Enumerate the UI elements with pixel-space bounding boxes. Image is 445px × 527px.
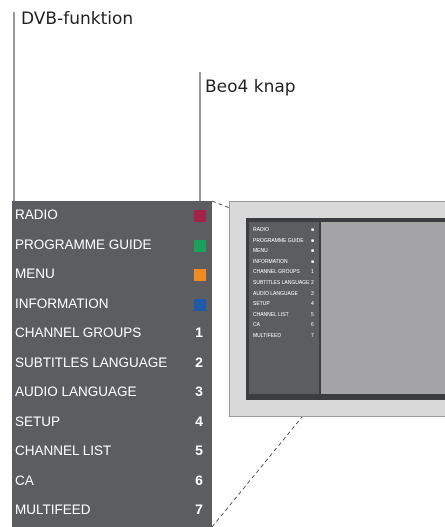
menu-item[interactable]: RADIO [12, 201, 212, 231]
tv-menu-item-key: ■ [311, 258, 315, 265]
tv-bezel: RADIO ■ PROGRAMME GUIDE ■ MENU ■ INFORMATION ■ C… [246, 218, 445, 400]
tv-menu-item-label: RADIO [253, 227, 269, 233]
menu-item-label: MENU [15, 266, 55, 281]
menu-item-label: CHANNEL GROUPS [15, 325, 142, 340]
menu-item[interactable]: CHANNEL LIST 5 [12, 437, 212, 467]
beo4-button-label: Beo4 knap [205, 77, 296, 97]
menu-item[interactable]: SUBTITLES LANGUAGE 2 [12, 349, 212, 379]
tv-menu-item-label: MULTIFEED [253, 333, 281, 339]
tv-menu-item: RADIO ■ [249, 226, 319, 237]
tv-menu-item-key: ■ [311, 248, 315, 255]
menu-item-label: PROGRAMME GUIDE [15, 236, 152, 252]
tv-menu-item-label: AUDIO LANGUAGE [253, 290, 299, 297]
menu-item-label: CHANNEL LIST [15, 443, 112, 458]
color-key-swatch [194, 239, 206, 252]
tv-menu-item-key: 4 [311, 301, 314, 308]
number-key: 2 [195, 353, 203, 370]
menu-item-label: AUDIO LANGUAGE [15, 384, 137, 399]
tv-menu-item: MENU ■ [249, 247, 319, 258]
tv-menu-item-key: 3 [311, 290, 314, 297]
color-key-swatch [194, 210, 206, 222]
menu-item-label: INFORMATION [15, 295, 109, 311]
tv-menu-item: CHANNEL GROUPS 1 [249, 268, 319, 279]
tv-menu-item-label: PROGRAMME GUIDE [253, 237, 304, 244]
menu-item[interactable]: CHANNEL GROUPS 1 [12, 319, 212, 349]
tv-menu-item-label: INFORMATION [253, 258, 288, 265]
menu-item-label: CA [15, 472, 34, 488]
tv-menu-item: INFORMATION ■ [249, 258, 319, 269]
tv-screen [321, 222, 445, 394]
tv-menu-overlay: RADIO ■ PROGRAMME GUIDE ■ MENU ■ INFORMATION ■ C… [249, 222, 319, 394]
tv-menu-item: AUDIO LANGUAGE 3 [249, 290, 319, 301]
tv-menu-item-key: 1 [311, 269, 314, 276]
tv-menu-item-key: 2 [311, 280, 314, 286]
menu-item[interactable]: CA 6 [12, 467, 212, 497]
dvb-menu: RADIO PROGRAMME GUIDE MENU INFORMATION CHANN… [12, 201, 212, 527]
tv-menu-item-label: SETUP [253, 301, 270, 308]
dvb-function-label: DVB-funktion [21, 9, 134, 29]
number-key: 7 [195, 501, 203, 517]
menu-item[interactable]: AUDIO LANGUAGE 3 [12, 378, 212, 408]
menu-item[interactable]: INFORMATION [12, 290, 212, 320]
color-key-swatch [194, 269, 206, 281]
tv-menu-item-key: 5 [311, 311, 314, 318]
tv-menu-item-key: 7 [311, 333, 314, 339]
tv-menu-item: PROGRAMME GUIDE ■ [249, 237, 319, 248]
tv-menu-item-label: CA [253, 322, 260, 329]
tv-menu-item-label: CHANNEL GROUPS [253, 269, 300, 276]
menu-item[interactable]: MULTIFEED 7 [12, 496, 212, 526]
tv-menu-item: SETUP 4 [249, 300, 319, 311]
tv-menu-item: MULTIFEED 7 [249, 332, 319, 343]
tv-menu-item-key: ■ [311, 227, 315, 233]
tv-menu-item: CA 6 [249, 321, 319, 332]
menu-item[interactable]: MENU [12, 260, 212, 290]
color-key-swatch [194, 298, 206, 311]
tv-menu-item: SUBTITLES LANGUAGE 2 [249, 279, 319, 290]
tv-menu-item-label: MENU [253, 248, 268, 255]
number-key: 1 [195, 324, 203, 340]
menu-item[interactable]: PROGRAMME GUIDE [12, 231, 212, 261]
tv-menu-item-label: SUBTITLES LANGUAGE [253, 280, 310, 286]
number-key: 3 [195, 383, 203, 399]
tv-menu-item-key: ■ [311, 237, 315, 244]
number-key: 6 [195, 471, 203, 488]
menu-item-label: SETUP [15, 413, 61, 429]
tv-frame: RADIO ■ PROGRAMME GUIDE ■ MENU ■ INFORMATION ■ C… [229, 201, 445, 417]
tv-menu-item: CHANNEL LIST 5 [249, 311, 319, 322]
menu-item-label: SUBTITLES LANGUAGE [15, 354, 168, 370]
tv-menu-item-label: CHANNEL LIST [253, 311, 289, 318]
tv-menu-item-key: 6 [311, 322, 314, 329]
menu-item[interactable]: SETUP 4 [12, 408, 212, 438]
number-key: 5 [195, 442, 203, 458]
number-key: 4 [195, 412, 203, 429]
menu-item-label: MULTIFEED [15, 502, 91, 517]
menu-item-label: RADIO [15, 207, 58, 222]
